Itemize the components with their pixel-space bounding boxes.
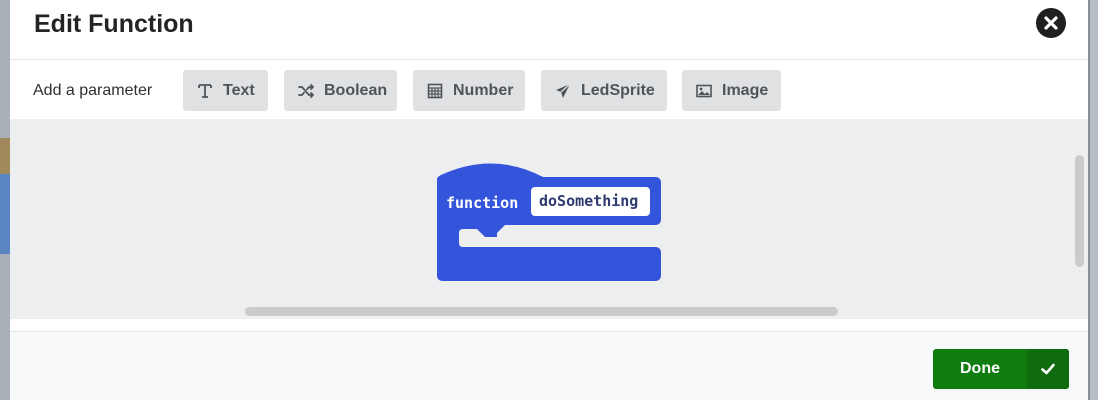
done-button-label: Done: [960, 360, 1000, 377]
background-element: [0, 138, 10, 174]
horizontal-scrollbar[interactable]: [245, 307, 838, 316]
add-ledsprite-parameter-button[interactable]: LedSprite: [541, 70, 667, 111]
add-text-parameter-button[interactable]: Text: [183, 70, 268, 111]
dialog-footer: Done: [10, 332, 1088, 400]
function-name-field[interactable]: doSomething: [531, 187, 650, 216]
dialog-title: Edit Function: [34, 10, 194, 38]
image-icon: [696, 83, 712, 99]
parameter-type-label: Boolean: [324, 81, 388, 99]
add-boolean-parameter-button[interactable]: Boolean: [284, 70, 397, 111]
parameter-type-label: Image: [722, 81, 769, 99]
add-number-parameter-button[interactable]: Number: [413, 70, 525, 111]
parameter-type-label: Number: [453, 81, 514, 99]
add-image-parameter-button[interactable]: Image: [682, 70, 781, 111]
done-button[interactable]: Done: [933, 349, 1069, 389]
paper-plane-icon: [555, 83, 571, 99]
add-parameter-label: Add a parameter: [33, 82, 153, 99]
check-icon: [1041, 363, 1055, 375]
close-icon: [1044, 16, 1058, 30]
function-block-shape: [437, 163, 661, 281]
parameter-toolbar: Add a parameter Text Boolean Number LedS…: [10, 61, 1088, 119]
function-definition-block[interactable]: function doSomething: [437, 159, 663, 290]
text-icon: [197, 83, 213, 99]
done-check-area: [1027, 349, 1069, 389]
parameter-type-label: LedSprite: [581, 81, 655, 99]
dialog-header: Edit Function: [10, 0, 1088, 60]
calculator-icon: [427, 83, 443, 99]
background-page: [1090, 0, 1098, 400]
vertical-scrollbar[interactable]: [1075, 155, 1084, 267]
background-page: [0, 0, 10, 400]
parameter-type-label: Text: [223, 81, 255, 99]
edit-function-dialog: Edit Function Add a parameter Text Boole…: [10, 0, 1088, 400]
function-keyword: function: [446, 194, 519, 212]
block-workspace[interactable]: function doSomething: [10, 119, 1088, 319]
close-button[interactable]: [1036, 8, 1066, 38]
shuffle-icon: [298, 83, 314, 99]
background-element: [0, 174, 10, 254]
